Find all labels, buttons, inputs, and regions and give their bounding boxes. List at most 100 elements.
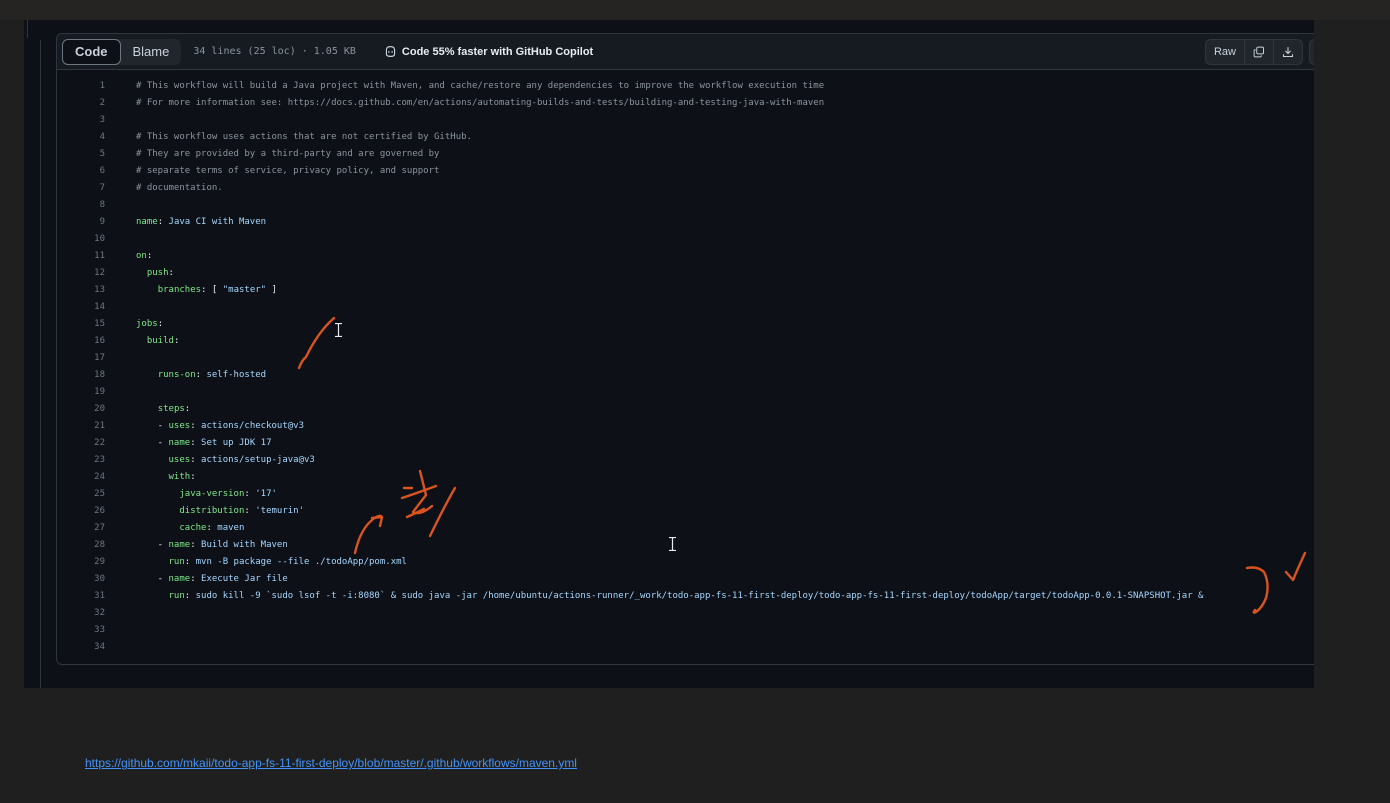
workflow-file-link[interactable]: https://github.com/mkaii/todo-app-fs-11-… xyxy=(85,756,577,770)
code-punctuation xyxy=(136,404,158,414)
yaml-key: cache xyxy=(179,523,207,533)
code-punctuation xyxy=(136,557,169,567)
line-number[interactable]: 26 xyxy=(57,503,105,520)
code-view[interactable]: 1 # This workflow will build a Java proje… xyxy=(57,78,1314,656)
code-text: # This workflow uses actions that are no… xyxy=(136,129,472,146)
code-punctuation: : xyxy=(244,506,256,516)
line-number[interactable]: 5 xyxy=(57,146,105,163)
code-punctuation xyxy=(136,370,158,380)
line-number[interactable]: 32 xyxy=(57,605,105,622)
line-number[interactable]: 16 xyxy=(57,333,105,350)
yaml-value: self-hosted xyxy=(206,370,267,380)
line-number[interactable]: 9 xyxy=(57,214,105,231)
tab-blame[interactable]: Blame xyxy=(121,39,182,65)
line-number[interactable]: 21 xyxy=(57,418,105,435)
code-text: uses: actions/setup-java@v3 xyxy=(136,452,315,469)
line-number[interactable]: 2 xyxy=(57,95,105,112)
code-line: 3 xyxy=(57,112,1314,129)
download-icon xyxy=(1282,47,1294,58)
code-punctuation: : xyxy=(173,336,180,346)
line-number[interactable]: 28 xyxy=(57,537,105,554)
code-line: 23 uses: actions/setup-java@v3 xyxy=(57,452,1314,469)
code-comment: # This workflow will build a Java projec… xyxy=(136,81,825,91)
yaml-key: branches xyxy=(157,285,202,295)
line-number[interactable]: 7 xyxy=(57,180,105,197)
line-number[interactable]: 13 xyxy=(57,282,105,299)
line-number[interactable]: 4 xyxy=(57,129,105,146)
code-line: 30 - name: Execute Jar file xyxy=(57,571,1314,588)
line-number[interactable]: 25 xyxy=(57,486,105,503)
file-header: Code Blame 34 lines (25 loc) · 1.05 KB C… xyxy=(57,34,1314,70)
line-number[interactable]: 18 xyxy=(57,367,105,384)
file-meta: 34 lines (25 loc) · 1.05 KB xyxy=(193,46,356,57)
line-number[interactable]: 6 xyxy=(57,163,105,180)
raw-button[interactable]: Raw xyxy=(1206,40,1244,64)
code-line: 26 distribution: 'temurin' xyxy=(57,503,1314,520)
code-punctuation: : xyxy=(184,591,196,601)
copilot-promo[interactable]: Code 55% faster with GitHub Copilot xyxy=(384,45,593,58)
line-number[interactable]: 19 xyxy=(57,384,105,401)
code-punctuation: : xyxy=(190,472,196,482)
line-number[interactable]: 12 xyxy=(57,265,105,282)
code-punctuation: : xyxy=(157,319,164,329)
line-number[interactable]: 23 xyxy=(57,452,105,469)
code-punctuation: - xyxy=(136,540,169,550)
code-line: 27 cache: maven xyxy=(57,520,1314,537)
code-line: 29 run: mvn -B package --file ./todoApp/… xyxy=(57,554,1314,571)
line-number[interactable]: 8 xyxy=(57,197,105,214)
code-line: 14 xyxy=(57,299,1314,316)
line-number[interactable]: 20 xyxy=(57,401,105,418)
view-toggle: Code Blame xyxy=(62,38,182,65)
line-number[interactable]: 10 xyxy=(57,231,105,248)
code-line: 21 - uses: actions/checkout@v3 xyxy=(57,418,1314,435)
line-number[interactable]: 1 xyxy=(57,78,105,95)
code-text: # This workflow will build a Java projec… xyxy=(136,78,824,95)
tab-code[interactable]: Code xyxy=(62,38,121,65)
line-number[interactable]: 22 xyxy=(57,435,105,452)
text-cursor-icon xyxy=(335,323,342,337)
code-line: 12 push: xyxy=(57,265,1314,282)
frame-notch xyxy=(24,20,28,38)
code-text: distribution: 'temurin' xyxy=(136,503,304,520)
code-line: 8 xyxy=(57,197,1314,214)
code-punctuation: : xyxy=(206,523,218,533)
line-number[interactable]: 11 xyxy=(57,248,105,265)
line-number[interactable]: 24 xyxy=(57,469,105,486)
line-number[interactable]: 3 xyxy=(57,112,105,129)
code-punctuation xyxy=(136,472,169,482)
yaml-key: with xyxy=(168,472,191,482)
code-line: 1 # This workflow will build a Java proje… xyxy=(57,78,1314,95)
code-line: 15 jobs: xyxy=(57,316,1314,333)
yaml-value: Execute Jar file xyxy=(201,574,288,584)
code-text: java-version: '17' xyxy=(136,486,277,503)
copy-icon xyxy=(1253,46,1264,58)
code-punctuation xyxy=(136,523,179,533)
line-number[interactable]: 14 xyxy=(57,299,105,316)
code-punctuation xyxy=(136,489,179,499)
line-number[interactable]: 27 xyxy=(57,520,105,537)
code-text: # They are provided by a third-party and… xyxy=(136,146,439,163)
file-container: Code Blame 34 lines (25 loc) · 1.05 KB C… xyxy=(56,33,1314,665)
line-number[interactable]: 29 xyxy=(57,554,105,571)
code-comment: # For more information see: https://docs… xyxy=(136,98,825,108)
code-line: 11 on: xyxy=(57,248,1314,265)
line-number[interactable]: 17 xyxy=(57,350,105,367)
copy-raw-button[interactable] xyxy=(1244,40,1273,64)
edit-button[interactable] xyxy=(1309,39,1314,65)
line-number[interactable]: 34 xyxy=(57,639,105,656)
code-text: - uses: actions/checkout@v3 xyxy=(136,418,304,435)
code-line: 22 - name: Set up JDK 17 xyxy=(57,435,1314,452)
code-line: 7 # documentation. xyxy=(57,180,1314,197)
copilot-text: Code 55% faster with GitHub Copilot xyxy=(401,45,594,58)
line-number[interactable]: 33 xyxy=(57,622,105,639)
line-number[interactable]: 15 xyxy=(57,316,105,333)
line-number[interactable]: 30 xyxy=(57,571,105,588)
line-number[interactable]: 31 xyxy=(57,588,105,605)
github-file-view: Code Blame 34 lines (25 loc) · 1.05 KB C… xyxy=(24,20,1314,688)
code-punctuation: : xyxy=(184,404,191,414)
code-punctuation: - xyxy=(136,438,169,448)
download-button[interactable] xyxy=(1273,40,1302,64)
code-line: 18 runs-on: self-hosted xyxy=(57,367,1314,384)
yaml-key: uses xyxy=(168,421,191,431)
code-line: 16 build: xyxy=(57,333,1314,350)
